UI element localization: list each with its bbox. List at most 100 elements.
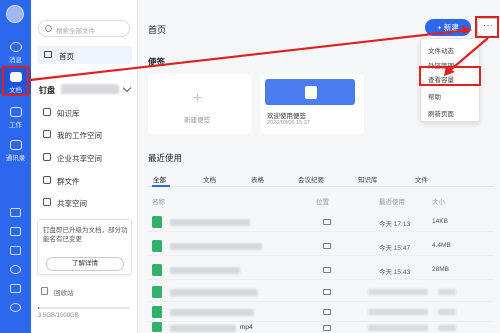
active-tab-indicator [152, 185, 170, 187]
ding-icon[interactable] [10, 246, 21, 255]
last-used-time: 今天 15:43 [379, 269, 411, 276]
new-button[interactable]: + 新建 [425, 19, 471, 36]
table-row[interactable]: mp4 [148, 318, 494, 333]
documents-highlight-box [2, 66, 29, 96]
contacts-icon [9, 140, 22, 150]
sheet-file-icon [152, 286, 162, 298]
sidebar-item-home[interactable]: 首页 [37, 46, 132, 64]
last-used-time: 今天 17:13 [379, 221, 411, 228]
table-row[interactable]: 今天 15:43 28MB [148, 260, 494, 280]
grid-icon [9, 107, 22, 117]
folder-icon[interactable] [323, 289, 331, 295]
redacted-file-name [170, 309, 254, 316]
sidebar-item-label: 知识库 [57, 109, 80, 118]
redacted-size [438, 309, 456, 315]
rail-item-work[interactable]: 工作 [0, 105, 31, 129]
column-header-last-used: 最近使用 [379, 199, 405, 206]
column-header-location: 位置 [316, 199, 329, 206]
tab-knowledge-base[interactable]: 知识库 [358, 174, 378, 184]
new-note-card[interactable]: + 新建便签 [148, 74, 251, 134]
rail-item-messages[interactable]: 消息 [0, 40, 31, 64]
redacted-drive-name [61, 84, 119, 94]
folder-icon[interactable] [323, 309, 331, 315]
redacted-size [438, 325, 456, 331]
last-used-time: 今天 15:47 [379, 245, 411, 252]
avatar[interactable] [6, 5, 24, 23]
redacted-file-name [170, 219, 250, 226]
app-rail: 消息 文档 工作 通讯录 [0, 0, 31, 333]
folder-icon[interactable] [323, 325, 331, 331]
folder-icon[interactable] [323, 267, 331, 273]
search-input[interactable]: 搜索全部文件 [38, 20, 130, 37]
menu-item-refresh-page[interactable]: 刷新页面 [428, 108, 454, 118]
more-apps-icon[interactable] [10, 303, 21, 312]
note-banner [265, 79, 355, 105]
page-title: 首页 [148, 25, 167, 35]
upgrade-notice-text: 钉盘即已升级为文档，部分功能名有已变更 [43, 227, 128, 243]
sidebar-item-label: 共享空间 [57, 199, 87, 208]
book-icon [43, 108, 51, 116]
new-note-label: 新建便签 [184, 117, 210, 124]
chevron-down-icon[interactable] [122, 83, 132, 93]
recycle-bin-label: 回收站 [54, 290, 74, 297]
upgrade-notice: 钉盘即已升级为文档，部分功能名有已变更 了解详情 [37, 219, 132, 275]
more-button-highlight-box [475, 16, 499, 38]
calendar-icon[interactable] [10, 208, 21, 217]
plus-icon: + [193, 90, 203, 107]
folder-icon[interactable] [323, 243, 331, 249]
redacted-size [438, 289, 456, 295]
note-pencil-icon [305, 86, 317, 99]
table-row[interactable]: 今天 17:13 14KB [148, 212, 494, 232]
note-card[interactable]: 欢迎使用便签 2020/03/06 15:37 [261, 74, 364, 134]
todo-icon[interactable] [10, 227, 21, 236]
file-name-suffix: mp4 [240, 324, 253, 331]
trash-icon [41, 287, 48, 295]
workspace-icon [43, 130, 51, 138]
menu-item-file-activity[interactable]: 文件动态 [428, 45, 454, 55]
menu-item-help[interactable]: 帮助 [428, 91, 441, 101]
tab-all[interactable]: 全部 [153, 174, 166, 184]
video-file-icon [152, 322, 162, 332]
folder-icon[interactable] [323, 219, 331, 225]
drive-section-title: 钉盘 [39, 86, 55, 95]
column-header-size: 大小 [432, 199, 445, 206]
group-files-icon [43, 176, 51, 184]
file-size: 14KB [432, 218, 448, 225]
search-icon [45, 25, 52, 32]
recent-section-title: 最近使用 [148, 153, 183, 163]
learn-more-button[interactable]: 了解详情 [46, 257, 124, 271]
tab-sheets[interactable]: 表格 [251, 174, 264, 184]
redacted-time [368, 289, 428, 295]
sidebar: 搜索全部文件 首页 钉盘 知识库 我的工作空间 企业共享空间 群文件 共享空间 … [31, 0, 138, 333]
sidebar-item-label: 首页 [59, 52, 74, 61]
note-date: 2020/03/06 15:37 [267, 120, 310, 126]
sheet-file-icon [152, 306, 162, 318]
phone-icon[interactable] [10, 265, 21, 274]
tab-meeting-notes[interactable]: 会议纪要 [298, 174, 324, 184]
sidebar-item-label: 群文件 [57, 177, 80, 186]
redacted-file-name [170, 267, 240, 274]
notes-section-title: 便签 [148, 57, 166, 67]
mail-icon[interactable] [10, 284, 21, 293]
redacted-file-name [170, 289, 258, 296]
recent-tabs: 全部 文档 表格 会议纪要 知识库 文件 [148, 172, 494, 187]
sheet-file-icon [152, 240, 162, 252]
tab-docs[interactable]: 文档 [203, 174, 216, 184]
file-size: 4.4MB [432, 242, 451, 249]
sidebar-item-label: 我的工作空间 [57, 131, 102, 140]
chat-icon [9, 42, 22, 52]
shared-space-icon [43, 198, 51, 206]
table-row[interactable] [148, 282, 494, 302]
sidebar-item-label: 企业共享空间 [57, 154, 102, 163]
tab-files[interactable]: 文件 [415, 174, 428, 184]
enterprise-icon [43, 153, 51, 161]
rail-item-contacts[interactable]: 通讯录 [0, 138, 31, 162]
file-size: 28MB [432, 266, 449, 273]
redacted-file-name [170, 243, 262, 250]
sheet-file-icon [152, 264, 162, 276]
storage-usage-text: 3.5GB/1000GB [38, 313, 79, 319]
column-header-name: 名称 [152, 199, 165, 206]
search-placeholder: 搜索全部文件 [56, 28, 95, 35]
redacted-time [368, 309, 428, 315]
table-row[interactable]: 今天 15:47 4.4MB [148, 236, 494, 256]
